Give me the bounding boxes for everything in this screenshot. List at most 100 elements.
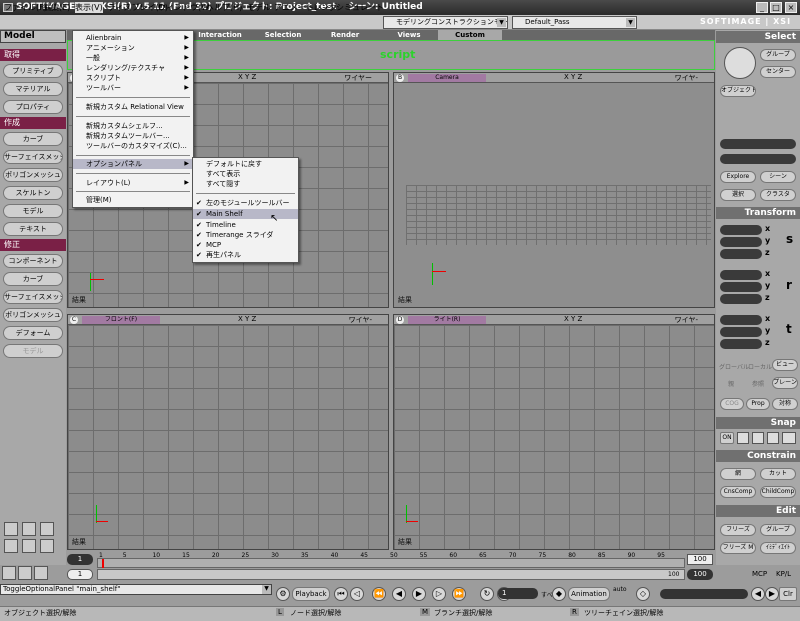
- menu-item-main-shelf[interactable]: ✔ Main Shelf: [193, 209, 298, 219]
- create-surface-button[interactable]: サーフェイスメッシュ: [3, 150, 63, 164]
- plane-button[interactable]: プレーン: [772, 377, 798, 389]
- menu-item-general[interactable]: 一般 ▶: [73, 53, 193, 63]
- object-button[interactable]: オブジェクト: [720, 85, 756, 97]
- menu-item-timerange-slider[interactable]: ✔ Timerange スライダ: [193, 230, 298, 240]
- childcomp-button[interactable]: ChildComp: [760, 486, 796, 498]
- menu-item-customize-toolbar[interactable]: ツールバーのカスタマイズ(C)...: [73, 141, 193, 151]
- display-mode[interactable]: ワイヤ-: [349, 315, 372, 325]
- global-label[interactable]: グローバル: [719, 362, 749, 371]
- xyz-toggle[interactable]: X Y Z: [564, 73, 582, 81]
- viewport-letter[interactable]: D: [396, 316, 404, 324]
- layout-icon[interactable]: [22, 522, 36, 536]
- auto-key-label[interactable]: auto: [613, 586, 627, 593]
- select-button[interactable]: 選択: [720, 189, 756, 201]
- playhead[interactable]: [102, 559, 104, 568]
- cnscomp-button[interactable]: CnsComp: [720, 486, 756, 498]
- explore-button[interactable]: Explore: [720, 171, 756, 183]
- modify-surface-button[interactable]: サーフェイスメッシュ: [3, 290, 63, 304]
- menu-help[interactable]: ヘルプ(H): [206, 2, 242, 13]
- view-button[interactable]: ビュー: [772, 359, 798, 371]
- snap-point-icon[interactable]: [737, 432, 749, 444]
- menu-item-left-toolbar[interactable]: ✔ 左のモジュールツールバー: [193, 198, 298, 208]
- group-button[interactable]: グループ: [760, 49, 796, 61]
- menu-item-show-all[interactable]: すべて表示: [193, 169, 298, 179]
- property-button[interactable]: プロパティ: [3, 100, 63, 114]
- primitive-button[interactable]: プリミティブ: [3, 64, 63, 78]
- menu-item-layout[interactable]: レイアウト(L) ▶: [73, 178, 193, 188]
- command-line[interactable]: ToggleOptionalPanel "main_shelf": [0, 584, 272, 595]
- tab-selection[interactable]: Selection: [258, 30, 308, 40]
- menu-item-alienbrain[interactable]: Alienbrain ▶: [73, 33, 193, 43]
- cluster-button[interactable]: クラスタ: [760, 189, 796, 201]
- menu-item-playback-panel[interactable]: ✔ 再生パネル: [193, 250, 298, 260]
- viewport-letter[interactable]: B: [396, 74, 404, 82]
- menu-item-mcp[interactable]: ✔ MCP: [193, 240, 298, 250]
- rotate-z-field[interactable]: [720, 294, 762, 304]
- key-icon[interactable]: ◀: [751, 587, 765, 601]
- translate-y-field[interactable]: [720, 327, 762, 337]
- menu-model[interactable]: モデル: [247, 2, 271, 13]
- scale-x-field[interactable]: [720, 225, 762, 235]
- xyz-toggle[interactable]: X Y Z: [238, 73, 256, 81]
- brush-icon[interactable]: [18, 566, 32, 580]
- timeline-start-field[interactable]: 1: [67, 554, 93, 565]
- timeline-ruler[interactable]: [97, 558, 685, 568]
- menu-item-toolbar[interactable]: ツールバー ▶: [73, 83, 193, 93]
- select-arrow-icon[interactable]: [724, 47, 756, 79]
- menu-item-new-toolbar[interactable]: 新規カスタムツールバー...: [73, 131, 193, 141]
- translate-x-field[interactable]: [720, 315, 762, 325]
- viewport-d[interactable]: D ライト(R) X Y Z ワイヤ- 結果: [393, 314, 715, 550]
- menu-item-animation[interactable]: アニメーション ▶: [73, 43, 193, 53]
- step-back-icon[interactable]: ◀: [392, 587, 406, 601]
- menu-item-restore-default[interactable]: デフォルトに戻す: [193, 159, 298, 169]
- material-button[interactable]: マテリアル: [3, 82, 63, 96]
- key-set-icon[interactable]: ◇: [636, 587, 650, 601]
- tab-custom[interactable]: Custom: [438, 30, 502, 40]
- clear-button[interactable]: Clr: [779, 587, 797, 601]
- tab-render[interactable]: Render: [320, 30, 370, 40]
- xyz-toggle[interactable]: X Y Z: [564, 315, 582, 323]
- layout-icon[interactable]: [4, 522, 18, 536]
- snap-surface-icon[interactable]: [767, 432, 779, 444]
- module-dropdown[interactable]: Model: [0, 30, 66, 43]
- timeline-end-field[interactable]: 100: [687, 554, 713, 565]
- layout-icon[interactable]: [22, 539, 36, 553]
- layout-icon[interactable]: [40, 522, 54, 536]
- menu-item-option-panel[interactable]: オプションパネル ▶: [73, 159, 193, 169]
- current-frame-field[interactable]: 1: [498, 588, 538, 599]
- layout-icon[interactable]: [40, 539, 54, 553]
- pass-combo[interactable]: Default_Pass ▼: [512, 16, 637, 29]
- loop-icon[interactable]: ↻: [480, 587, 494, 601]
- display-mode[interactable]: ワイヤー: [344, 73, 372, 83]
- key-icon[interactable]: ◆: [552, 587, 566, 601]
- kpl-tab[interactable]: KP/L: [776, 570, 791, 578]
- reference-label[interactable]: 参照: [752, 379, 764, 388]
- minimize-button[interactable]: _: [756, 2, 768, 13]
- translate-label[interactable]: t: [786, 322, 792, 336]
- modify-model-button[interactable]: モデル: [3, 344, 63, 358]
- goto-start-icon[interactable]: ⏪: [372, 587, 386, 601]
- camera-selector[interactable]: ライト(R): [408, 316, 486, 324]
- viewport-letter[interactable]: C: [70, 316, 78, 324]
- goto-end-icon[interactable]: ⏩: [452, 587, 466, 601]
- menu-item-relational-view[interactable]: 新規カスタム Relational View: [73, 102, 193, 112]
- display-mode[interactable]: ワイヤ-: [675, 73, 698, 83]
- cog-button[interactable]: COG: [720, 398, 744, 410]
- create-curve-button[interactable]: カーブ: [3, 132, 63, 146]
- chevron-down-icon[interactable]: ▼: [262, 585, 271, 594]
- mcp-tab[interactable]: MCP: [752, 570, 767, 578]
- deform-button[interactable]: デフォーム: [3, 326, 63, 340]
- rotate-x-field[interactable]: [720, 270, 762, 280]
- timerange-slider[interactable]: [97, 569, 685, 580]
- create-polymesh-button[interactable]: ポリゴンメッシュ: [3, 168, 63, 182]
- tab-interaction[interactable]: Interaction: [195, 30, 245, 40]
- display-mode[interactable]: ワイヤ-: [675, 315, 698, 325]
- range-start-field[interactable]: 1: [67, 569, 93, 580]
- step-forward-icon[interactable]: ▷: [432, 587, 446, 601]
- xyz-toggle[interactable]: X Y Z: [238, 315, 256, 323]
- scale-z-field[interactable]: [720, 249, 762, 259]
- menu-view[interactable]: 表示(V): [75, 2, 103, 13]
- playback-icon[interactable]: ⚙: [276, 587, 290, 601]
- immediate-button[interactable]: ｲﾐﾃﾞｨｴｲﾄ: [760, 542, 796, 554]
- animation-button[interactable]: Animation: [568, 587, 610, 601]
